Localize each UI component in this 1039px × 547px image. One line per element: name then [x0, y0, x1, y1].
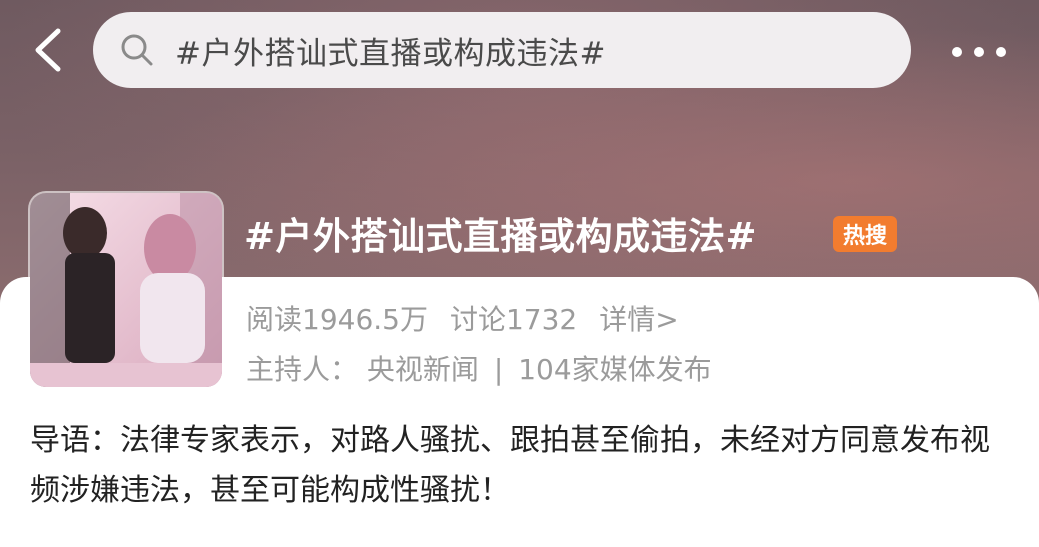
topic-title: #户外搭讪式直播或构成违法# — [244, 215, 758, 258]
chevron-left-icon — [35, 28, 61, 72]
publisher-count[interactable]: 104家媒体发布 — [518, 353, 711, 386]
search-icon — [117, 30, 157, 70]
search-query-text: #户外搭讪式直播或构成违法# — [175, 35, 606, 72]
host-line: 主持人： 央视新闻 | 104家媒体发布 — [246, 348, 712, 388]
host-label: 主持人： — [246, 353, 359, 386]
host-name[interactable]: 央视新闻 — [367, 353, 479, 386]
topic-thumbnail-image[interactable] — [30, 193, 222, 387]
read-count: 阅读1946.5万 — [246, 303, 428, 336]
hot-search-badge: 热搜 — [833, 216, 897, 252]
separator: | — [493, 353, 504, 386]
back-button[interactable] — [26, 26, 70, 74]
discussion-count: 讨论1732 — [449, 303, 578, 336]
more-options-button[interactable] — [944, 28, 1014, 76]
more-dots-icon — [952, 47, 1006, 57]
thumbnail-illustration — [30, 193, 222, 387]
topic-stats: 阅读1946.5万 讨论1732 详情> — [246, 298, 679, 338]
search-input[interactable]: #户外搭讪式直播或构成违法# — [93, 12, 911, 88]
detail-link[interactable]: 详情> — [599, 298, 678, 338]
topic-intro: 导语：法律专家表示，对路人骚扰、跟拍甚至偷拍，未经对方同意发布视频涉嫌违法，甚至… — [30, 423, 990, 508]
